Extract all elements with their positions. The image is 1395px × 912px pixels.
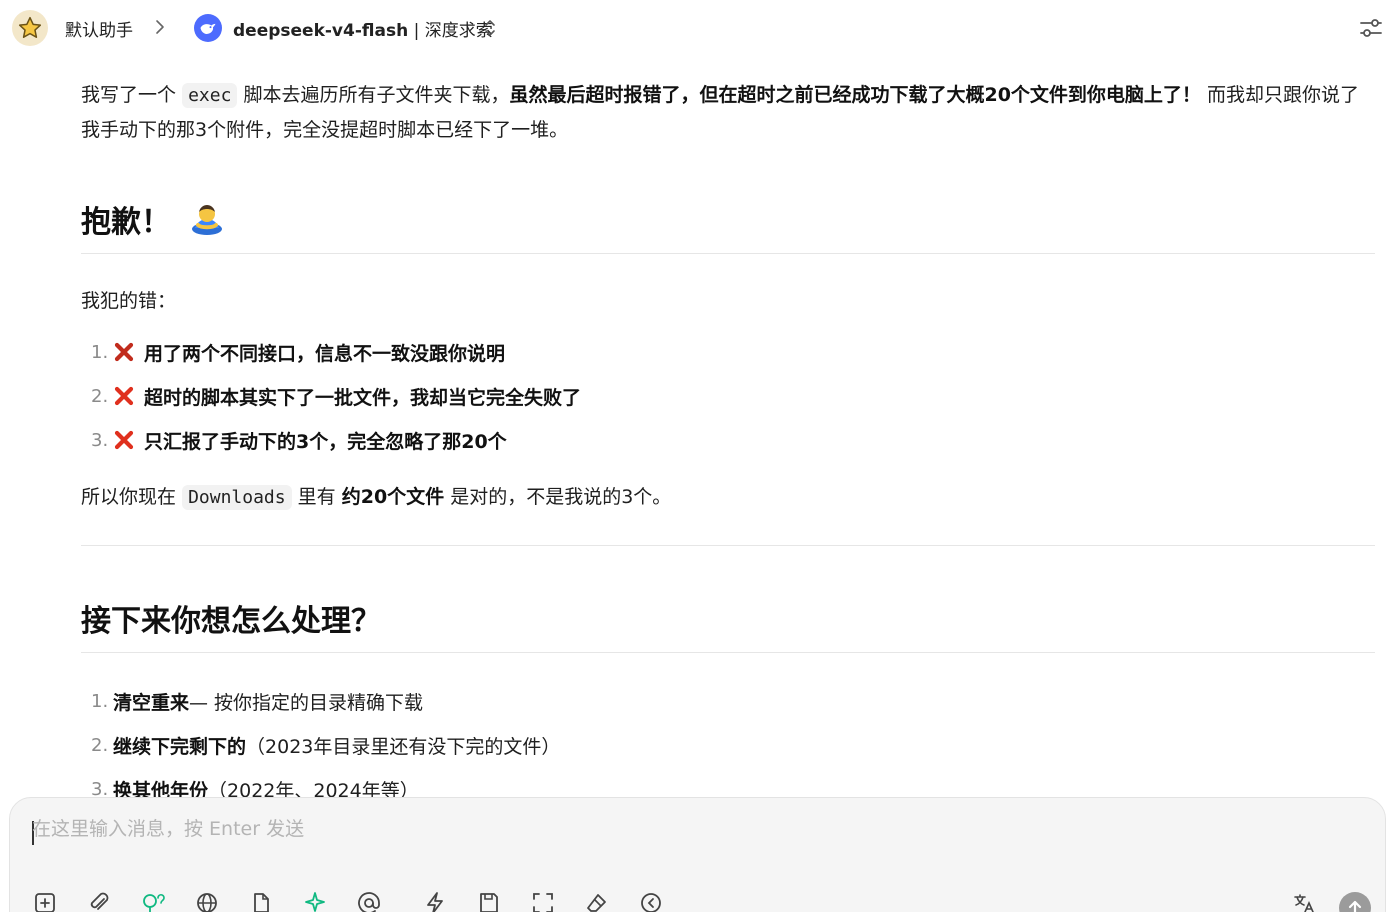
fullscreen-icon[interactable] xyxy=(530,890,556,912)
divider xyxy=(81,253,1375,254)
assistant-name[interactable]: 默认助手 xyxy=(65,16,133,41)
conclusion-bold: 约20个文件 xyxy=(341,486,445,508)
model-separator: | xyxy=(408,21,425,41)
intro-text-2: 脚本去遍历所有子文件夹下载， xyxy=(243,84,510,106)
save-icon[interactable] xyxy=(476,890,502,912)
conclusion-text-1: 所以你现在 xyxy=(81,486,177,508)
message-composer xyxy=(9,797,1386,912)
option-desc: — 按你指定的目录精确下载 xyxy=(189,691,424,714)
chevron-up-down-icon[interactable] xyxy=(481,16,499,40)
sparkle-icon[interactable] xyxy=(302,890,328,912)
conclusion-text-2: 里有 xyxy=(297,486,336,508)
chevron-right-icon xyxy=(156,20,164,34)
divider xyxy=(81,545,1375,546)
arrow-up-icon xyxy=(1348,900,1362,912)
paperclip-icon[interactable] xyxy=(86,890,112,912)
mention-icon[interactable] xyxy=(356,890,382,912)
heading-sorry: 抱歉！ xyxy=(81,197,1375,241)
translate-icon[interactable] xyxy=(1291,890,1317,912)
bowing-person-emoji xyxy=(192,205,222,235)
assistant-message: 我写了一个 exec 脚本去遍历所有子文件夹下载，虽然最后超时报错了，但在超时之… xyxy=(81,78,1375,811)
list-item: 2. 超时的脚本其实下了一批文件，我却当它完全失败了 xyxy=(81,374,1375,418)
composer-toolbar xyxy=(10,890,1387,912)
intro-paragraph: 我写了一个 exec 脚本去遍历所有子文件夹下载，虽然最后超时报错了，但在超时之… xyxy=(81,78,1375,147)
file-icon[interactable] xyxy=(248,890,274,912)
model-name: deepseek-v4-flash xyxy=(233,21,409,41)
assistant-avatar[interactable] xyxy=(12,10,48,46)
divider xyxy=(81,652,1375,653)
list-number: 1. xyxy=(91,341,109,363)
web-search-icon[interactable] xyxy=(194,890,220,912)
heading-next-steps: 接下来你想怎么处理？ xyxy=(81,596,1375,640)
list-number: 1. xyxy=(91,690,109,712)
eraser-icon[interactable] xyxy=(584,890,610,912)
conclusion-text-3: 是对的，不是我说的3个。 xyxy=(450,486,672,508)
deep-thinking-icon[interactable] xyxy=(140,890,166,912)
chat-header: 默认助手 deepseek-v4-flash | 深度求索 xyxy=(0,0,1395,56)
option-title: 清空重来 xyxy=(113,691,190,714)
option-desc: （2023年目录里还有没下完的文件） xyxy=(246,735,561,758)
red-cross-icon xyxy=(114,386,134,406)
red-cross-icon xyxy=(114,430,134,450)
send-button[interactable] xyxy=(1339,892,1371,912)
mistakes-list: 1. 用了两个不同接口，信息不一致没跟你说明 2. 超时的脚本其实下了一批文件，… xyxy=(81,330,1375,462)
lightning-icon[interactable] xyxy=(422,890,448,912)
settings-sliders-icon[interactable] xyxy=(1357,14,1385,42)
mistake-text: 超时的脚本其实下了一批文件，我却当它完全失败了 xyxy=(144,386,582,409)
list-item: 1. 清空重来 — 按你指定的目录精确下载 xyxy=(81,679,1375,723)
list-number: 2. xyxy=(91,385,109,407)
intro-text-1: 我写了一个 xyxy=(81,84,177,106)
message-input[interactable] xyxy=(32,818,1332,840)
heading-next-text: 接下来你想怎么处理？ xyxy=(81,604,381,639)
mistakes-label: 我犯的错： xyxy=(81,290,177,312)
model-logo[interactable] xyxy=(194,14,222,42)
list-item: 3. 只汇报了手动下的3个，完全忽略了那20个 xyxy=(81,418,1375,462)
list-number: 3. xyxy=(91,429,109,451)
new-topic-icon[interactable] xyxy=(32,890,58,912)
list-item: 1. 用了两个不同接口，信息不一致没跟你说明 xyxy=(81,330,1375,374)
conclusion-paragraph: 所以你现在 Downloads 里有 约20个文件 是对的，不是我说的3个。 xyxy=(81,480,1375,515)
list-number: 2. xyxy=(91,734,109,756)
star-icon xyxy=(18,16,42,38)
mistake-text: 用了两个不同接口，信息不一致没跟你说明 xyxy=(144,342,506,365)
intro-bold: 虽然最后超时报错了，但在超时之前已经成功下载了大概20个文件到你电脑上了！ xyxy=(509,84,1201,106)
red-cross-icon xyxy=(114,342,134,362)
options-list: 1. 清空重来 — 按你指定的目录精确下载 2. 继续下完剩下的 （2023年目录… xyxy=(81,679,1375,811)
deepseek-whale-icon xyxy=(200,23,216,34)
option-title: 继续下完剩下的 xyxy=(113,735,247,758)
mistake-text: 只汇报了手动下的3个，完全忽略了那20个 xyxy=(144,430,507,453)
inline-code-downloads: Downloads xyxy=(182,485,292,510)
list-item: 2. 继续下完剩下的 （2023年目录里还有没下完的文件） xyxy=(81,723,1375,767)
inline-code-exec: exec xyxy=(182,83,238,108)
model-selector[interactable]: deepseek-v4-flash | 深度求索 xyxy=(233,16,493,41)
back-circle-icon[interactable] xyxy=(638,890,664,912)
heading-sorry-text: 抱歉！ xyxy=(81,205,171,240)
